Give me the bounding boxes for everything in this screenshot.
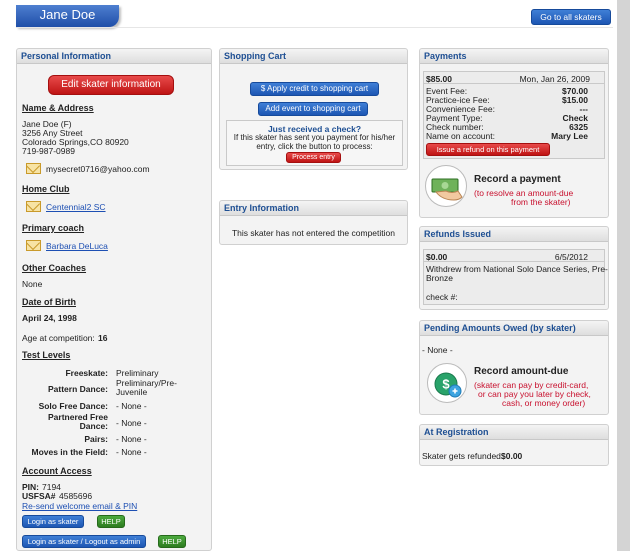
other-coaches-value: None [22,279,43,289]
test-value: - None - [116,418,147,428]
other-coaches-heading: Other Coaches [22,263,87,273]
apply-credit-button[interactable]: $ Apply credit to shopping cart [250,82,379,96]
test-value: - None - [116,401,147,411]
usfsa-label: USFSA# [22,491,56,501]
scrollbar-gutter[interactable] [617,0,630,551]
primary-coach-heading: Primary coach [22,223,85,233]
refund-divider [423,261,605,262]
test-label: Moves in the Field: [31,447,108,457]
page: Jane Doe Go to all skaters Personal Info… [0,0,617,551]
test-label: Partnered Free Dance: [48,412,108,431]
skater-name-tab: Jane Doe [16,5,119,27]
test-label: Solo Free Dance: [38,401,108,411]
registration-refund-label: Skater gets refunded: [422,451,504,461]
primary-coach-link[interactable]: Barbara DeLuca [46,241,108,251]
phone-number: 719-987-0989 [22,146,75,156]
record-payment-icon[interactable] [425,165,467,207]
record-amount-due-icon[interactable]: $ [427,363,467,403]
dob-value: April 24, 1998 [22,313,77,323]
dob-heading: Date of Birth [22,297,76,307]
pending-none: - None - [422,345,453,355]
personal-information-title: Personal Information [17,49,211,64]
coach-envelope-icon[interactable] [26,240,41,251]
amount-due-sub: cash, or money order) [502,398,586,408]
test-value: - None - [116,434,147,444]
test-value: Preliminary [116,368,159,378]
refunds-issued-title: Refunds Issued [420,227,608,242]
age-label: Age at competition: [22,333,95,343]
usfsa-value: 4585696 [59,491,93,501]
test-label: Pairs: [84,434,108,444]
club-envelope-icon[interactable] [26,201,41,212]
refund-check-label: check #: [426,292,458,302]
login-as-skater-button[interactable]: Login as skater [22,515,84,528]
registration-refund-value: $0.00 [501,451,523,461]
home-club-heading: Home Club [22,184,70,194]
go-to-all-skaters-button[interactable]: Go to all skaters [531,9,611,25]
test-value: - None - [116,447,147,457]
test-value: Preliminary/Pre-Juvenile [116,378,177,397]
payment-row-value: Mary Lee [551,131,588,141]
check-text: entry, click the button to process: [256,142,373,151]
test-label: Pattern Dance: [48,384,108,394]
age-value: 16 [98,333,108,343]
process-entry-button[interactable]: Process entry [286,152,341,163]
payment-divider [423,83,605,84]
refund-description: Withdrew from National Solo Dance Series… [426,264,608,274]
payment-row-label: Name on account: [426,131,495,141]
name-address-heading: Name & Address [22,103,94,113]
add-event-button[interactable]: Add event to shopping cart [258,102,368,116]
email-address[interactable]: mysecret0716@yahoo.com [46,164,150,174]
header-divider [16,27,613,28]
shopping-cart-title: Shopping Cart [220,49,407,64]
record-amount-due-title[interactable]: Record amount-due [474,366,568,377]
at-registration-title: At Registration [420,425,608,440]
login-logout-admin-button[interactable]: Login as skater / Logout as admin [22,535,146,548]
check-text: If this skater has sent you payment for … [233,133,396,142]
help-button-2[interactable]: HELP [158,535,186,548]
entry-information-panel: Entry Information [219,200,408,245]
issue-refund-button[interactable]: Issue a refund on this payment [426,143,550,156]
refund-description: Bronze [426,273,453,283]
home-club-link[interactable]: Centennial2 SC [46,202,106,212]
resend-welcome-link[interactable]: Re-send welcome email & PIN [22,501,137,511]
entry-information-title: Entry Information [220,201,407,216]
account-access-heading: Account Access [22,466,92,476]
email-envelope-icon [26,163,41,174]
edit-skater-button[interactable]: Edit skater information [48,75,174,95]
pending-amounts-title: Pending Amounts Owed (by skater) [420,321,608,336]
entry-status-text: This skater has not entered the competit… [231,228,395,238]
help-button[interactable]: HELP [97,515,125,528]
payments-title: Payments [420,49,608,64]
test-label: Freeskate: [65,368,108,378]
record-payment-title[interactable]: Record a payment [474,174,561,185]
record-payment-sub: from the skater) [511,197,571,207]
test-levels-heading: Test Levels [22,350,71,360]
